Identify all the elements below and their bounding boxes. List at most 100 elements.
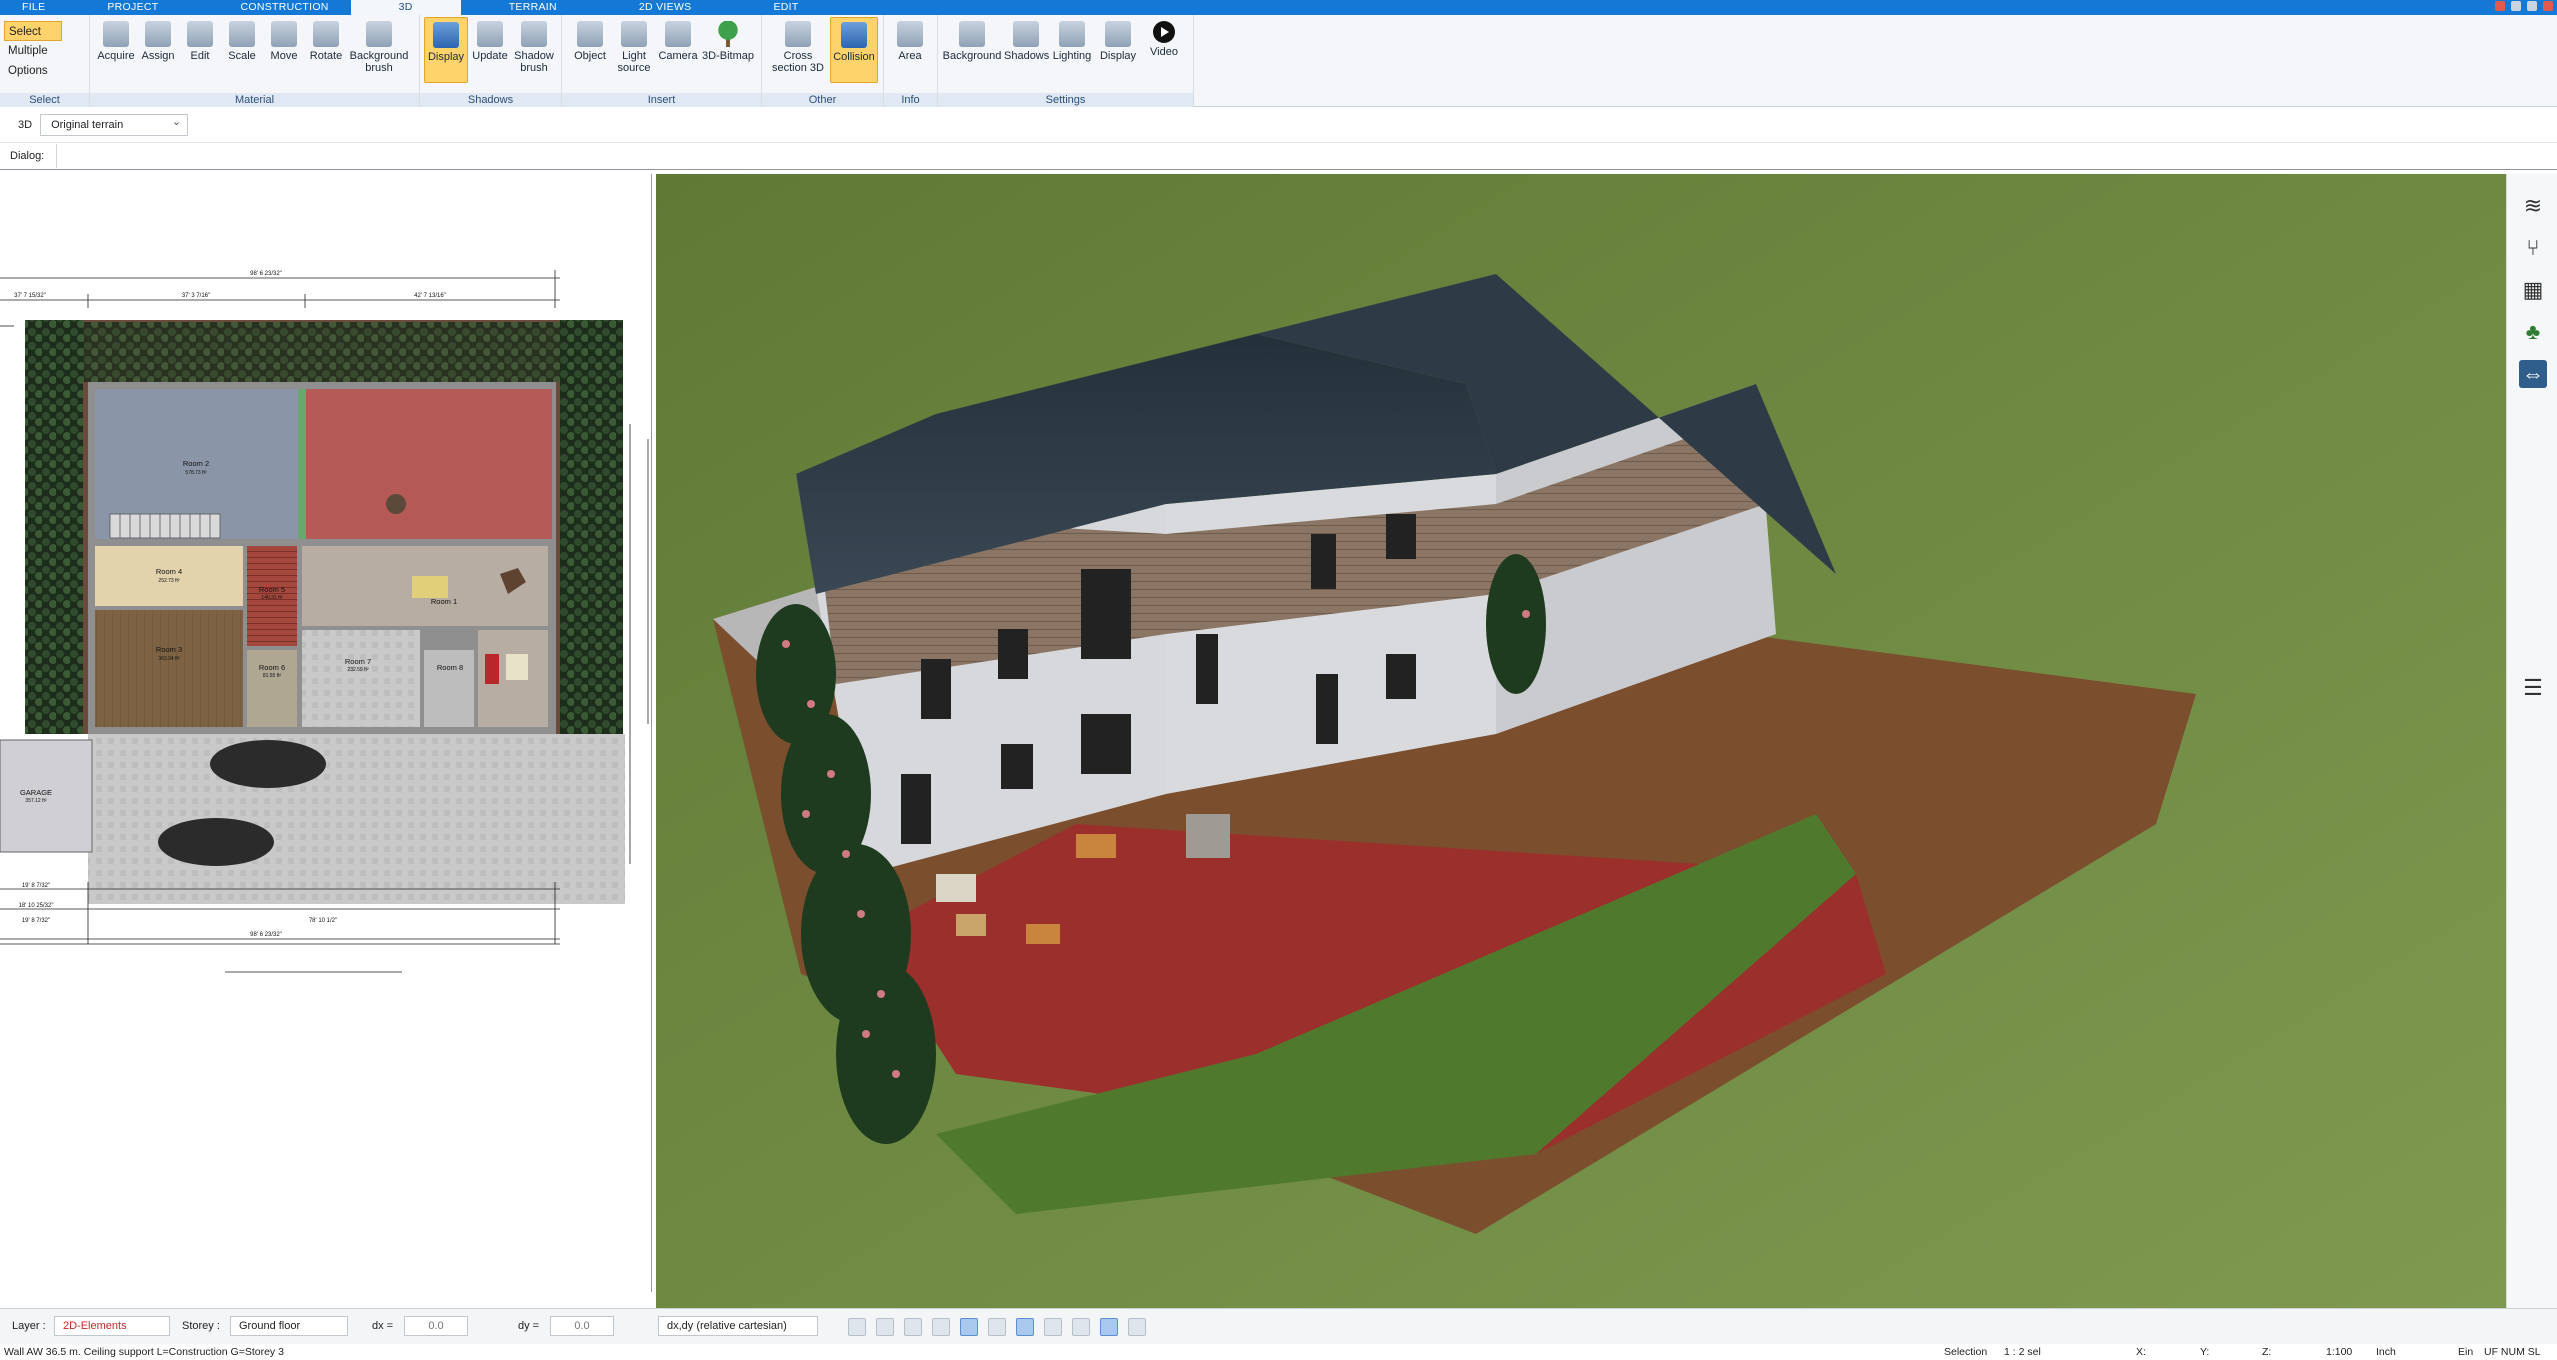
- collision-icon: [841, 22, 867, 48]
- update-shadows-button[interactable]: Update: [468, 17, 512, 83]
- print-icon[interactable]: [932, 1318, 950, 1336]
- tab-file[interactable]: FILE: [0, 0, 67, 15]
- storey-select[interactable]: Ground floor: [230, 1316, 348, 1336]
- chair-catalog-icon[interactable]: ⑂: [2519, 234, 2547, 262]
- tab-edit[interactable]: EDIT: [713, 0, 820, 15]
- material-group: Acquire Assign Edit Scale Move Rotate Ba…: [90, 15, 420, 107]
- materials-icon[interactable]: ▦: [2519, 276, 2547, 304]
- layers-icon[interactable]: ≋: [2519, 192, 2547, 220]
- dialog-row: Dialog:: [0, 142, 2557, 170]
- north-icon[interactable]: [1100, 1318, 1118, 1336]
- play-icon: [1153, 21, 1175, 43]
- floor-plan-view[interactable]: Room 2 578.73 ft² Room 4 252.73 ft² Room…: [0, 174, 652, 1292]
- shadow-brush-icon: [521, 21, 547, 47]
- dy-input[interactable]: 0.0: [550, 1316, 614, 1336]
- move-button[interactable]: Move: [262, 17, 306, 83]
- multiple-button[interactable]: Multiple: [4, 41, 84, 61]
- room-6-label: Room 6: [259, 663, 285, 672]
- dim-bottom-a: 19' 8 7/32": [22, 883, 50, 889]
- status-message: Wall AW 36.5 m. Ceiling support L=Constr…: [4, 1346, 284, 1358]
- lighting-settings-button[interactable]: Lighting: [1050, 17, 1094, 83]
- room-8[interactable]: [424, 650, 474, 727]
- maximize-icon[interactable]: [2527, 1, 2537, 11]
- history-icon[interactable]: [848, 1318, 866, 1336]
- assign-button[interactable]: Assign: [136, 17, 180, 83]
- area-button[interactable]: Area: [888, 17, 932, 83]
- navigation-icon[interactable]: ⇔: [2519, 360, 2547, 388]
- scale-value: 1:100: [2326, 1346, 2353, 1358]
- background-settings-button[interactable]: Background: [942, 17, 1002, 83]
- info-group: Area Info: [884, 15, 938, 107]
- close-icon[interactable]: [2543, 1, 2553, 11]
- angle-icon[interactable]: [988, 1318, 1006, 1336]
- camera-button[interactable]: Camera: [656, 17, 700, 83]
- room-3-label: Room 3: [156, 645, 182, 654]
- hedge-right: [560, 320, 623, 734]
- room-7[interactable]: [302, 630, 420, 727]
- ribbon-tab-strip: FILE PROJECT CONSTRUCTION 3D TERRAIN 2D …: [0, 0, 2557, 15]
- room-4[interactable]: [95, 546, 243, 606]
- acquire-button[interactable]: Acquire: [94, 17, 138, 83]
- room-6[interactable]: [247, 650, 297, 727]
- room-8-label: Room 8: [437, 663, 463, 672]
- collision-button[interactable]: Collision: [830, 17, 878, 83]
- 3d-bitmap-button[interactable]: 3D-Bitmap: [700, 17, 756, 83]
- minimize-icon[interactable]: [2511, 1, 2521, 11]
- insert-group: Object Light source Camera 3D-Bitmap Ins…: [562, 15, 762, 107]
- plants-icon[interactable]: ♣: [2519, 318, 2547, 346]
- 3d-view[interactable]: [656, 174, 2536, 1308]
- ortho-icon[interactable]: [1016, 1318, 1034, 1336]
- scale-button[interactable]: Scale: [220, 17, 264, 83]
- refresh-icon: [477, 21, 503, 47]
- terrain-select[interactable]: Original terrain: [40, 112, 189, 136]
- options-button[interactable]: Options: [4, 61, 84, 81]
- shadows-settings-button[interactable]: Shadows: [1004, 17, 1049, 83]
- layer-tool-icon[interactable]: [904, 1318, 922, 1336]
- shadow-brush-button[interactable]: Shadow brush: [512, 17, 556, 83]
- scale-icon: [229, 21, 255, 47]
- tab-terrain[interactable]: TERRAIN: [461, 0, 579, 15]
- object-button[interactable]: Object: [568, 17, 612, 83]
- tab-2d-views[interactable]: 2D VIEWS: [579, 0, 714, 15]
- hedge-top: [80, 322, 560, 382]
- z-coord-label: Z:: [2262, 1346, 2272, 1358]
- panel-menu-icon[interactable]: ☰: [2519, 674, 2547, 702]
- light-source-button[interactable]: Light source: [612, 17, 656, 83]
- display-shadows-button[interactable]: Display: [424, 17, 468, 83]
- view-icon[interactable]: [876, 1318, 894, 1336]
- video-button[interactable]: Video: [1142, 17, 1186, 83]
- tab-project[interactable]: PROJECT: [67, 0, 180, 15]
- dim-top-right: 42' 7 13/16": [414, 293, 446, 299]
- 3d-scene: [656, 174, 2536, 1308]
- view-mode-label: 3D: [18, 119, 33, 131]
- background-brush-button[interactable]: Background brush: [346, 17, 412, 83]
- house-light-icon: [1059, 21, 1085, 47]
- tab-construction[interactable]: CONSTRUCTION: [180, 0, 350, 15]
- layer-select[interactable]: 2D-Elements: [54, 1316, 170, 1336]
- select-button[interactable]: Select: [4, 21, 62, 41]
- dx-input[interactable]: 0.0: [404, 1316, 468, 1336]
- snap-icon[interactable]: [960, 1318, 978, 1336]
- grid-icon[interactable]: [1072, 1318, 1090, 1336]
- display-settings-button[interactable]: Display: [1096, 17, 1140, 83]
- insert-group-label: Insert: [562, 93, 761, 107]
- dy-label: dy =: [518, 1320, 540, 1332]
- background-icon: [959, 21, 985, 47]
- dim-top-mid: 37' 3 7/16": [182, 293, 210, 299]
- garage-area: 357.12 ft²: [25, 798, 46, 804]
- coord-mode-select[interactable]: dx,dy (relative cartesian): [658, 1316, 818, 1336]
- hatch-icon[interactable]: [1044, 1318, 1062, 1336]
- cross-section-button[interactable]: Cross section 3D: [770, 17, 826, 83]
- area-icon: [897, 21, 923, 47]
- edit-material-button[interactable]: Edit: [178, 17, 222, 83]
- message-line: Wall AW 36.5 m. Ceiling support L=Constr…: [0, 1344, 2557, 1360]
- help-icon[interactable]: [2495, 1, 2505, 11]
- glass-wall: [298, 389, 306, 539]
- rotate-button[interactable]: Rotate: [304, 17, 348, 83]
- info-icon[interactable]: [1128, 1318, 1146, 1336]
- room-3[interactable]: [95, 610, 243, 727]
- move-icon: [271, 21, 297, 47]
- tab-3d[interactable]: 3D: [350, 0, 461, 15]
- rotate-icon: [313, 21, 339, 47]
- room-1-label: Room 1: [431, 597, 457, 606]
